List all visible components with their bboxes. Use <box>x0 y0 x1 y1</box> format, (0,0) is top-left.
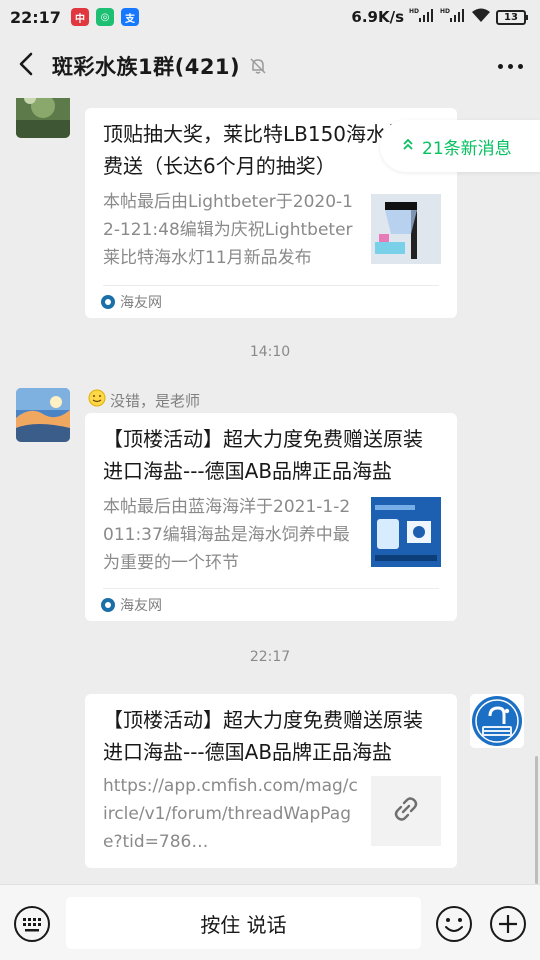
avatar[interactable] <box>16 98 70 138</box>
my-avatar[interactable] <box>470 694 524 748</box>
hold-to-talk-label: 按住 说话 <box>200 912 287 937</box>
more-options-button[interactable] <box>480 34 540 98</box>
input-bar: 按住 说话 <box>0 884 540 960</box>
status-bar: 22:17 中 ◎ 支 6.9K/s HD HD 13 <box>0 0 540 34</box>
mute-bell-icon <box>248 56 268 76</box>
card-description: 本帖最后由Lightbeter于2020-12-121:48编辑为庆祝Light… <box>103 192 354 268</box>
card-divider <box>103 588 439 589</box>
card-title: 【顶楼活动】超大力度免费赠送原装进口海盐---德国AB品牌正品海盐 <box>103 427 423 483</box>
more-dots-icon <box>497 63 503 69</box>
avatar[interactable] <box>16 388 70 442</box>
emoji-button[interactable] <box>435 905 473 943</box>
signal-icon: HD <box>409 7 435 27</box>
source-logo-icon <box>101 598 115 612</box>
smiley-emoji-icon <box>88 389 106 411</box>
svg-text:HD: HD <box>440 8 450 15</box>
new-messages-label: 21条新消息 <box>422 138 512 159</box>
card-source-label: 海友网 <box>120 598 162 614</box>
app-notification-icon: 中 <box>70 8 89 26</box>
status-time: 22:17 <box>10 7 61 27</box>
back-button[interactable] <box>0 34 52 98</box>
chat-header: 斑彩水族1群(421) <box>0 34 540 98</box>
link-message-card[interactable]: 【顶楼活动】超大力度免费赠送原装进口海盐---德国AB品牌正品海盐 https:… <box>85 694 457 868</box>
status-indicators: 6.9K/s HD HD 13 <box>351 7 528 27</box>
timestamp: 22:17 <box>249 649 291 665</box>
message-list[interactable]: 顶贴抽大奖，莱比特LB150海水灯免费送（长达6个月的抽奖） 本帖最后由Ligh… <box>0 98 540 884</box>
card-source: 海友网 <box>101 595 162 615</box>
svg-text:HD: HD <box>409 8 419 15</box>
source-logo-icon <box>101 295 115 309</box>
card-description: 本帖最后由蓝海海洋于2021-1-2011:37编辑海盐是海水饲养中最为重要的一… <box>103 497 351 573</box>
link-url: https://app.cmfish.com/mag/circle/v1/for… <box>103 776 358 852</box>
message-card[interactable]: 【顶楼活动】超大力度免费赠送原装进口海盐---德国AB品牌正品海盐 本帖最后由蓝… <box>85 413 457 621</box>
double-chevron-up-icon <box>402 136 414 156</box>
new-messages-button[interactable]: 21条新消息 <box>380 120 540 172</box>
card-title: 【顶楼活动】超大力度免费赠送原装进口海盐---德国AB品牌正品海盐 <box>103 708 423 764</box>
card-source-label: 海友网 <box>120 295 162 311</box>
wifi-icon <box>471 7 491 27</box>
back-arrow-icon <box>19 52 33 80</box>
more-actions-button[interactable] <box>489 905 527 943</box>
sender-name-label: 没错，是老师 <box>110 391 201 410</box>
link-thumbnail <box>371 776 441 846</box>
emoji-icon <box>436 906 472 942</box>
scrollbar[interactable] <box>535 756 538 884</box>
hold-to-talk-button[interactable]: 按住 说话 <box>66 897 421 949</box>
timestamp: 14:10 <box>249 344 291 360</box>
sender-name: 没错，是老师 <box>88 389 200 411</box>
chat-title: 斑彩水族1群(421) <box>52 55 241 79</box>
plus-icon <box>490 906 526 942</box>
app-notification-icon: 支 <box>120 8 139 26</box>
app-notification-icon: ◎ <box>95 8 114 26</box>
link-chain-icon <box>390 793 422 829</box>
card-thumbnail <box>371 497 441 567</box>
keyboard-icon <box>14 906 50 942</box>
network-speed: 6.9K/s <box>351 8 404 26</box>
battery-icon: 13 <box>496 9 528 25</box>
signal-icon: HD <box>440 7 466 27</box>
card-thumbnail <box>371 194 441 264</box>
card-divider <box>103 285 439 286</box>
keyboard-button[interactable] <box>13 905 51 943</box>
battery-level: 13 <box>504 11 518 23</box>
card-source: 海友网 <box>101 292 162 312</box>
